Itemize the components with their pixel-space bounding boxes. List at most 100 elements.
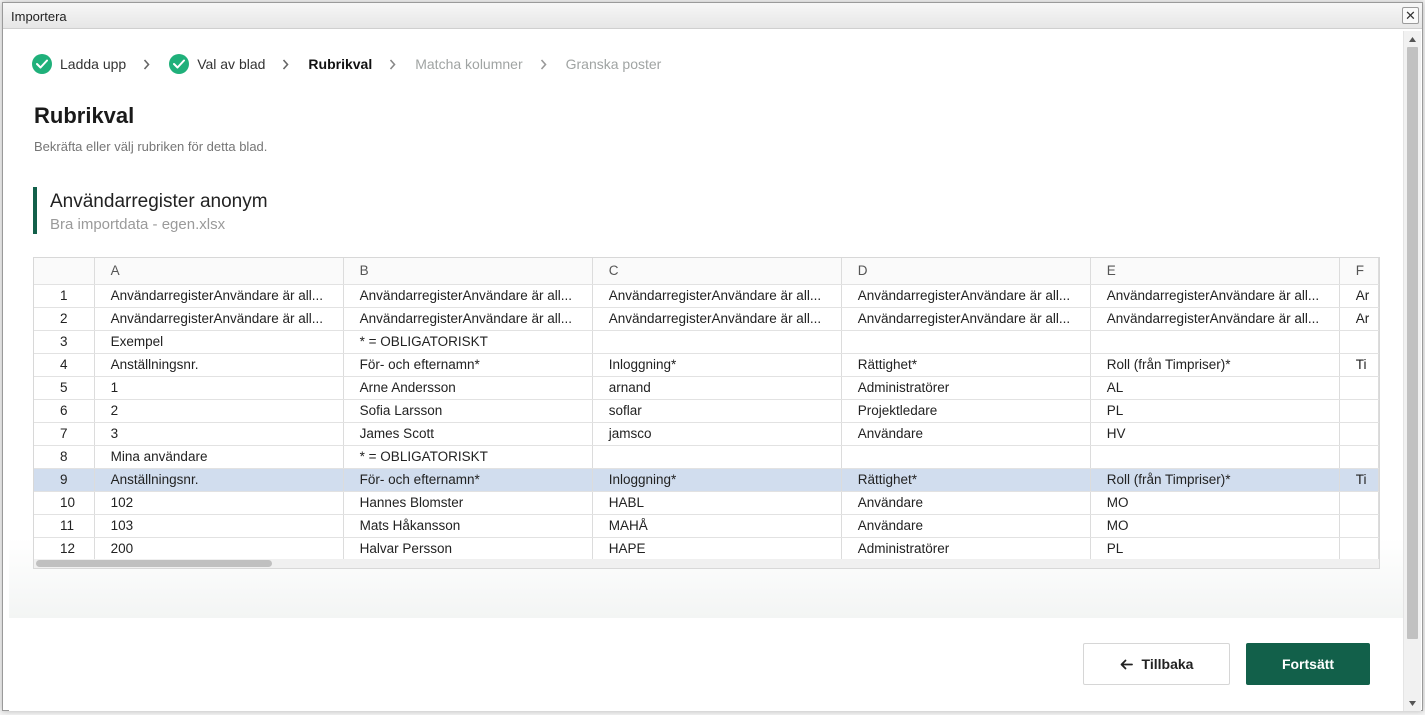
chevron-right-icon <box>143 58 150 70</box>
table-row[interactable]: 7 3 James Scott jamsco Användare HV <box>34 422 1379 446</box>
row-number: 12 <box>34 537 95 561</box>
table-cell: AnvändarregisterAnvändare är all... <box>343 284 593 308</box>
scroll-down-arrow-icon[interactable] <box>1404 695 1421 711</box>
table-cell: HAPE <box>592 537 842 561</box>
table-cell <box>1339 491 1379 515</box>
table-cell <box>1339 514 1379 538</box>
table-row[interactable]: 1 AnvändarregisterAnvändare är all... Anvä… <box>34 284 1379 308</box>
table-cell: Administratörer <box>841 537 1091 561</box>
arrow-left-icon <box>1120 659 1133 670</box>
table-row[interactable]: 6 2 Sofia Larsson soflar Projektledare PL <box>34 399 1379 423</box>
vertical-scrollbar-thumb[interactable] <box>1407 47 1418 639</box>
table-cell: Rättighet* <box>841 468 1091 492</box>
table-cell: MO <box>1090 514 1340 538</box>
table-cell: MO <box>1090 491 1340 515</box>
horizontal-scrollbar-thumb[interactable] <box>36 560 272 567</box>
table-cell: PL <box>1090 537 1340 561</box>
table-cell: 102 <box>94 491 344 515</box>
table-row[interactable]: 12 200 Halvar Persson HAPE Administratörer PL <box>34 537 1379 561</box>
column-header: E <box>1090 258 1340 285</box>
table-cell: Användare <box>841 514 1091 538</box>
table-cell: Arne Andersson <box>343 376 593 400</box>
table-row[interactable]: 3 Exempel * = OBLIGATORISKT <box>34 330 1379 354</box>
table-cell: Mina användare <box>94 445 344 469</box>
table-cell: HV <box>1090 422 1340 446</box>
step-sheet-choice: Val av blad <box>169 54 265 74</box>
step-label: Val av blad <box>197 56 266 72</box>
table-cell: Projektledare <box>841 399 1091 423</box>
row-number: 10 <box>34 491 95 515</box>
column-header-row: A B C D E F <box>34 258 1379 285</box>
table-row[interactable]: 9 Anställningsnr. För- och efternamn* Inlog… <box>34 468 1379 492</box>
vertical-scrollbar[interactable] <box>1403 31 1421 711</box>
table-cell: AnvändarregisterAnvändare är all... <box>1090 307 1340 331</box>
import-dialog: Importera ✕ Ladda upp Val av blad Rubrik… <box>2 2 1423 711</box>
table-cell: AnvändarregisterAnvändare är all... <box>592 307 842 331</box>
step-label: Ladda upp <box>60 56 127 72</box>
scroll-up-arrow-icon[interactable] <box>1404 31 1421 47</box>
back-button-label: Tillbaka <box>1141 656 1194 672</box>
sheet-header: Användarregister anonym Bra importdata -… <box>33 187 268 234</box>
row-number: 5 <box>34 376 95 400</box>
column-header: A <box>94 258 344 285</box>
table-cell: * = OBLIGATORISKT <box>343 445 593 469</box>
check-circle-icon <box>169 54 190 74</box>
table-cell: AnvändarregisterAnvändare är all... <box>343 307 593 331</box>
table-cell <box>592 445 842 469</box>
table-row[interactable]: 4 Anställningsnr. För- och efternamn* Inlog… <box>34 353 1379 377</box>
chevron-right-icon <box>540 58 547 70</box>
table-cell: För- och efternamn* <box>343 353 593 377</box>
step-header-choice: Rubrikval <box>308 56 372 72</box>
table-cell: arnand <box>592 376 842 400</box>
page-subtitle: Bekräfta eller välj rubriken för detta b… <box>34 139 268 154</box>
step-label-active: Rubrikval <box>308 56 373 72</box>
row-number: 9 <box>34 468 95 492</box>
table-cell: Exempel <box>94 330 344 354</box>
back-button[interactable]: Tillbaka <box>1083 643 1230 685</box>
dialog-titlebar: Importera ✕ <box>3 3 1422 29</box>
chevron-right-icon <box>282 58 289 70</box>
sheet-name: Användarregister anonym <box>50 191 268 212</box>
table-cell: Anställningsnr. <box>94 353 344 377</box>
horizontal-scrollbar[interactable] <box>34 559 1379 568</box>
table-row[interactable]: 2 AnvändarregisterAnvändare är all... Anvä… <box>34 307 1379 331</box>
continue-button[interactable]: Fortsätt <box>1246 643 1370 685</box>
stepper: Ladda upp Val av blad Rubrikval Matcha k… <box>32 53 661 75</box>
table-row[interactable]: 5 1 Arne Andersson arnand Administratörer AL <box>34 376 1379 400</box>
table-row[interactable]: 8 Mina användare * = OBLIGATORISKT <box>34 445 1379 469</box>
row-number: 6 <box>34 399 95 423</box>
table-cell: 103 <box>94 514 344 538</box>
table-cell: Ti <box>1339 468 1379 492</box>
table-cell: Roll (från Timpriser)* <box>1090 468 1340 492</box>
table-cell: Anställningsnr. <box>94 468 344 492</box>
table-cell: AnvändarregisterAnvändare är all... <box>94 284 344 308</box>
dialog-title: Importera <box>11 9 67 24</box>
sheet-file-name: Bra importdata - egen.xlsx <box>50 216 226 233</box>
table-cell: Inloggning* <box>592 468 842 492</box>
table-cell: AL <box>1090 376 1340 400</box>
table-cell <box>592 330 842 354</box>
table-cell <box>1339 376 1379 400</box>
table-cell: AnvändarregisterAnvändare är all... <box>94 307 344 331</box>
row-number: 8 <box>34 445 95 469</box>
row-number: 1 <box>34 284 95 308</box>
table-cell: Ar <box>1339 307 1379 331</box>
table-cell: Användare <box>841 491 1091 515</box>
table-cell: 2 <box>94 399 344 423</box>
close-button[interactable]: ✕ <box>1402 7 1419 24</box>
table-cell <box>1339 330 1379 354</box>
row-number: 11 <box>34 514 95 538</box>
table-cell: Ar <box>1339 284 1379 308</box>
table-cell <box>1339 399 1379 423</box>
table-cell <box>1090 330 1340 354</box>
table-row[interactable]: 11 103 Mats Håkansson MAHÅ Användare MO <box>34 514 1379 538</box>
table-cell: Hannes Blomster <box>343 491 593 515</box>
column-header: B <box>343 258 593 285</box>
table-cell: AnvändarregisterAnvändare är all... <box>841 307 1091 331</box>
step-label-future: Granska poster <box>565 56 662 72</box>
step-review-records: Granska poster <box>566 56 662 72</box>
dialog-footer: Tillbaka Fortsätt <box>9 619 1403 711</box>
table-cell: Användare <box>841 422 1091 446</box>
spreadsheet-grid: A B C D E F 1 AnvändarregisterAnvändare ä… <box>33 257 1380 569</box>
table-row[interactable]: 10 102 Hannes Blomster HABL Användare MO <box>34 491 1379 515</box>
